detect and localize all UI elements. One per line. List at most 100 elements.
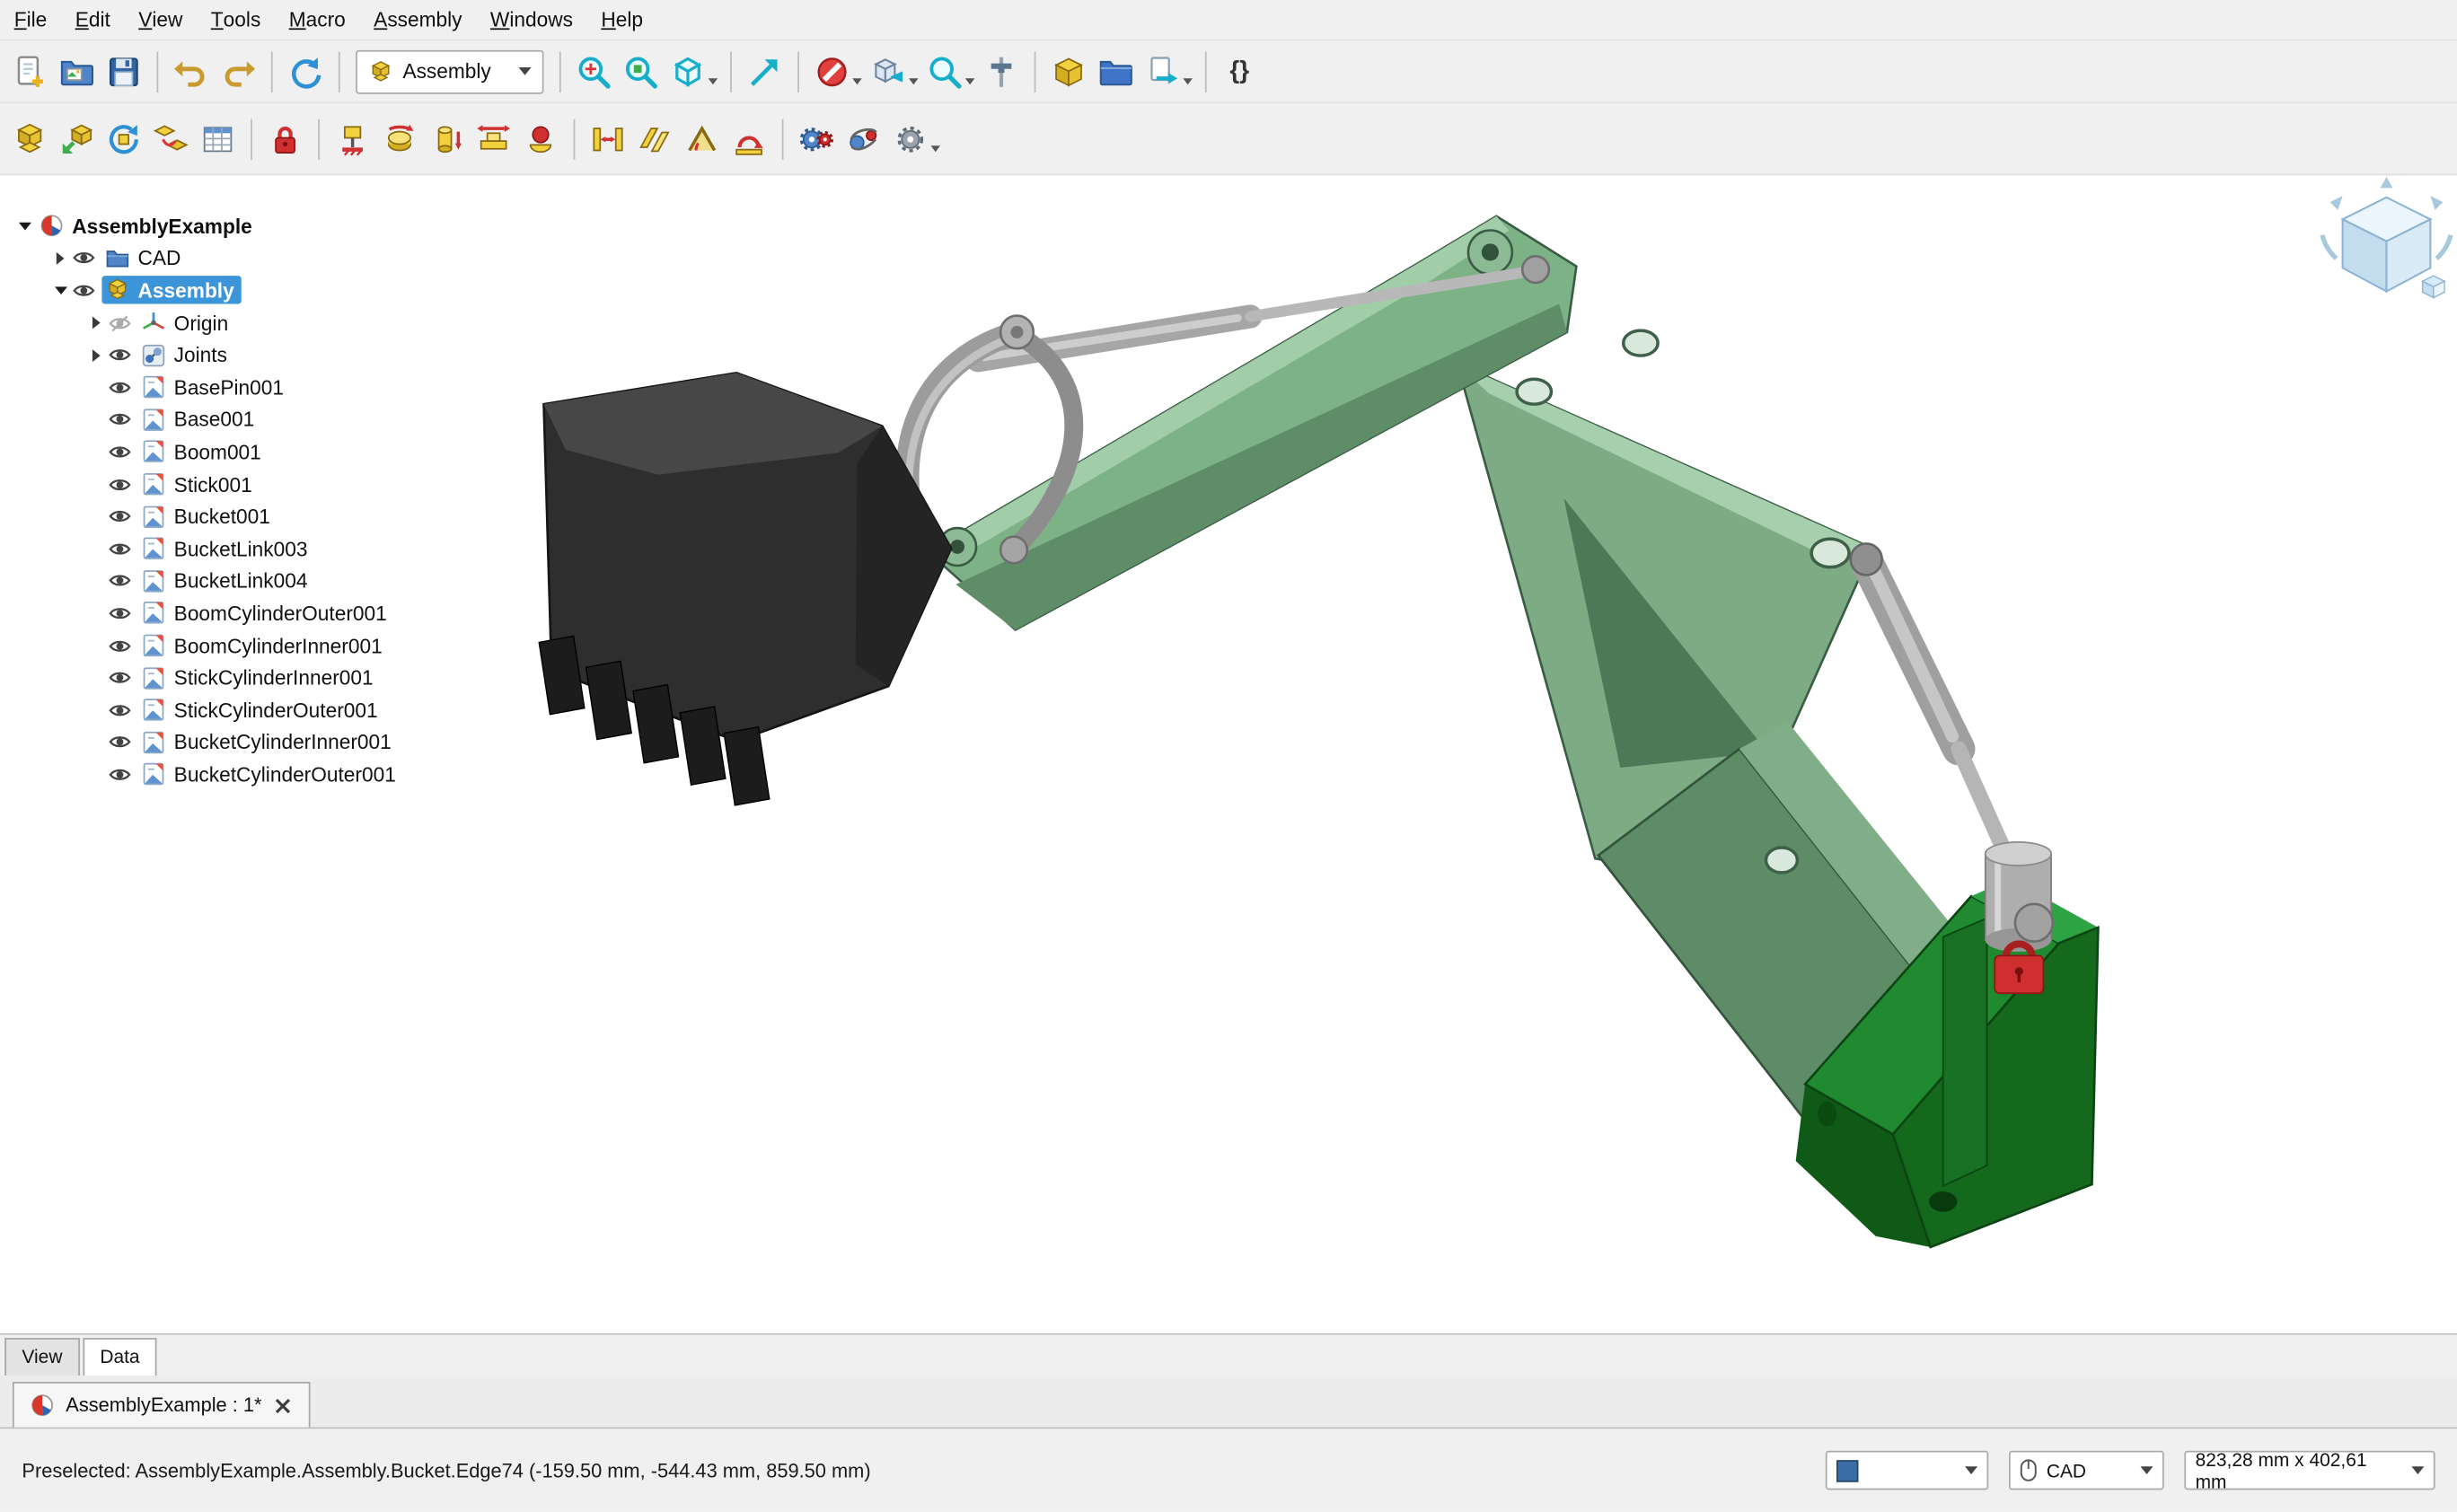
visibility-eye-icon[interactable] bbox=[108, 343, 137, 366]
visibility-eye-icon[interactable] bbox=[108, 666, 137, 690]
visibility-eye-icon[interactable] bbox=[108, 699, 137, 722]
clipping-plane-button[interactable] bbox=[808, 48, 855, 94]
menu-item-help[interactable]: Help bbox=[587, 0, 657, 40]
create-flexible-assembly-button[interactable] bbox=[147, 115, 194, 162]
tree-item-label[interactable]: BoomCylinderInner001 bbox=[174, 634, 383, 657]
tree-item-label[interactable]: AssemblyExample bbox=[72, 215, 251, 238]
tree-item-boom001[interactable]: Boom001 bbox=[3, 435, 520, 468]
tree-item-label[interactable]: Bucket001 bbox=[174, 505, 270, 528]
tree-item-label[interactable]: Stick001 bbox=[174, 472, 252, 496]
visibility-eye-icon[interactable] bbox=[108, 731, 137, 754]
go-to-linked-object-button[interactable] bbox=[741, 48, 788, 94]
solve-assembly-button[interactable] bbox=[101, 115, 147, 162]
bill-of-materials-button[interactable] bbox=[194, 115, 241, 162]
tree-item-label[interactable]: BucketCylinderInner001 bbox=[174, 731, 392, 754]
zoom-button[interactable] bbox=[921, 48, 968, 94]
tree-item-origin[interactable]: Origin bbox=[3, 307, 520, 339]
visibility-eye-icon[interactable] bbox=[108, 537, 137, 560]
menu-item-edit[interactable]: Edit bbox=[61, 0, 125, 40]
visibility-eye-icon[interactable] bbox=[108, 311, 137, 334]
close-icon[interactable] bbox=[273, 1395, 294, 1416]
gear-belt-dropdown-icon[interactable] bbox=[930, 145, 939, 151]
expression-editor-button[interactable]: {} bbox=[1216, 48, 1263, 94]
menu-item-view[interactable]: View bbox=[125, 0, 198, 40]
dimension-display-selector[interactable]: 823,28 mm x 402,61 mm bbox=[2184, 1451, 2435, 1490]
visibility-eye-icon[interactable] bbox=[72, 247, 101, 270]
menu-item-tools[interactable]: Tools bbox=[197, 0, 275, 40]
create-distance-joint-button[interactable] bbox=[585, 115, 631, 162]
tree-item-bucket001[interactable]: Bucket001 bbox=[3, 500, 520, 532]
tree-item-assembly[interactable]: Assembly bbox=[3, 275, 520, 307]
box-element-view-button[interactable] bbox=[865, 48, 911, 94]
tree-item-label[interactable]: BasePin001 bbox=[174, 375, 284, 399]
expander-icon[interactable] bbox=[48, 286, 72, 294]
make-link-button[interactable] bbox=[1140, 48, 1186, 94]
link-dropdown-icon[interactable] bbox=[1183, 77, 1192, 84]
tree-item-cad[interactable]: CAD bbox=[3, 242, 520, 275]
tree-item-basepin001[interactable]: BasePin001 bbox=[3, 371, 520, 403]
gear-belt-collection-button[interactable] bbox=[887, 115, 934, 162]
tree-item-label[interactable]: Base001 bbox=[174, 408, 255, 431]
create-assembly-button[interactable] bbox=[6, 115, 53, 162]
menu-item-windows[interactable]: Windows bbox=[476, 0, 586, 40]
redo-button[interactable] bbox=[215, 48, 261, 94]
tree-item-bucketlink004[interactable]: BucketLink004 bbox=[3, 565, 520, 597]
draw-style-selector[interactable] bbox=[1826, 1451, 1988, 1490]
create-parallel-joint-button[interactable] bbox=[631, 115, 678, 162]
tree-item-label[interactable]: CAD bbox=[138, 247, 181, 270]
tree-item-label[interactable]: Joints bbox=[174, 343, 227, 366]
create-group-button[interactable] bbox=[1092, 48, 1139, 94]
tree-item-base001[interactable]: Base001 bbox=[3, 403, 520, 435]
clipping-dropdown-icon[interactable] bbox=[852, 77, 861, 84]
tree-item-label[interactable]: BoomCylinderOuter001 bbox=[174, 602, 387, 625]
visibility-eye-icon[interactable] bbox=[108, 408, 137, 431]
create-part-button[interactable] bbox=[1045, 48, 1092, 94]
tree-item-label[interactable]: StickCylinderOuter001 bbox=[174, 699, 378, 722]
fit-all-button[interactable] bbox=[570, 48, 617, 94]
visibility-eye-icon[interactable] bbox=[108, 602, 137, 625]
tree-item-stickcylinderouter001[interactable]: StickCylinderOuter001 bbox=[3, 694, 520, 726]
tree-item-label[interactable]: Assembly bbox=[138, 279, 234, 303]
zoom-dropdown-icon[interactable] bbox=[965, 77, 974, 84]
new-document-button[interactable] bbox=[6, 48, 53, 94]
create-gear-joint-button[interactable] bbox=[793, 115, 840, 162]
tree-item-joints[interactable]: Joints bbox=[3, 339, 520, 372]
tree-item-bucketlink003[interactable]: BucketLink003 bbox=[3, 532, 520, 565]
box-view-dropdown-icon[interactable] bbox=[909, 77, 918, 84]
menu-item-file[interactable]: File bbox=[0, 0, 61, 40]
refresh-button[interactable] bbox=[282, 48, 329, 94]
navigation-style-selector[interactable]: CAD bbox=[2009, 1451, 2164, 1490]
tab-data[interactable]: Data bbox=[83, 1338, 157, 1376]
visibility-eye-icon[interactable] bbox=[108, 505, 137, 528]
document-tab[interactable]: AssemblyExample : 1* bbox=[13, 1382, 311, 1428]
fit-selection-button[interactable] bbox=[617, 48, 664, 94]
create-revolute-joint-button[interactable] bbox=[376, 115, 423, 162]
visibility-eye-icon[interactable] bbox=[108, 375, 137, 399]
create-angle-joint-button[interactable] bbox=[679, 115, 726, 162]
visibility-eye-icon[interactable] bbox=[72, 279, 101, 303]
expander-icon[interactable] bbox=[48, 252, 72, 265]
visibility-eye-icon[interactable] bbox=[108, 472, 137, 496]
tree-item-label[interactable]: BucketLink004 bbox=[174, 569, 308, 593]
visibility-eye-icon[interactable] bbox=[108, 569, 137, 593]
toggle-grounded-button[interactable] bbox=[261, 115, 308, 162]
tree-item-boomcylinderouter001[interactable]: BoomCylinderOuter001 bbox=[3, 597, 520, 629]
tree-item-bucketcylinderinner001[interactable]: BucketCylinderInner001 bbox=[3, 726, 520, 759]
expander-icon[interactable] bbox=[13, 222, 36, 230]
tree-item-assemblyexample[interactable]: AssemblyExample bbox=[3, 210, 520, 242]
view-dropdown-icon[interactable] bbox=[709, 77, 718, 84]
open-document-button[interactable] bbox=[53, 48, 100, 94]
save-document-button[interactable] bbox=[101, 48, 147, 94]
tree-item-boomcylinderinner001[interactable]: BoomCylinderInner001 bbox=[3, 629, 520, 662]
menu-item-macro[interactable]: Macro bbox=[275, 0, 359, 40]
tree-item-label[interactable]: Origin bbox=[174, 311, 229, 334]
create-ball-joint-button[interactable] bbox=[517, 115, 564, 162]
tree-item-label[interactable]: BucketLink003 bbox=[174, 537, 308, 560]
tab-view[interactable]: View bbox=[4, 1338, 79, 1376]
measure-button[interactable] bbox=[978, 48, 1025, 94]
undo-button[interactable] bbox=[168, 48, 215, 94]
visibility-eye-icon[interactable] bbox=[108, 440, 137, 463]
menu-item-assembly[interactable]: Assembly bbox=[359, 0, 476, 40]
insert-component-button[interactable] bbox=[53, 115, 100, 162]
create-fixed-joint-button[interactable] bbox=[329, 115, 375, 162]
